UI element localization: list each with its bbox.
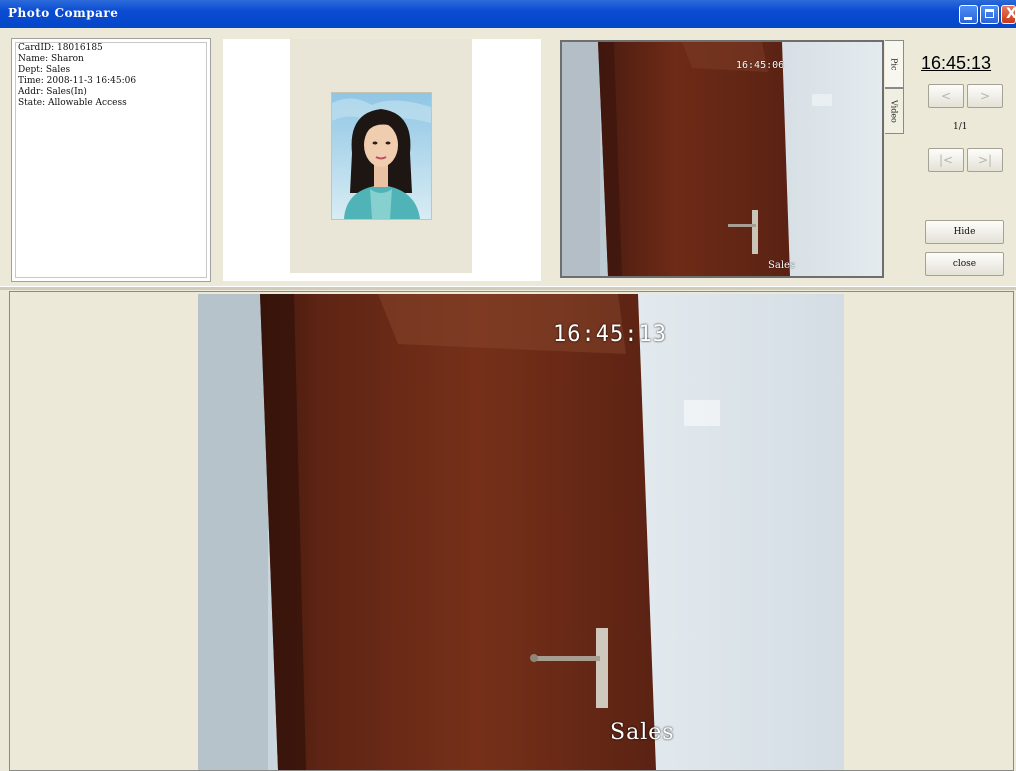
hide-button[interactable]: Hide	[925, 220, 1004, 244]
window-title: Photo Compare	[8, 6, 119, 20]
close-icon: X	[1006, 6, 1016, 22]
minimize-icon	[964, 17, 972, 20]
next-button[interactable]: >	[967, 84, 1003, 108]
tab-pic[interactable]: Pic	[885, 40, 904, 88]
next-label: >	[979, 89, 991, 103]
prev-button[interactable]: <	[928, 84, 964, 108]
first-button[interactable]: |<	[928, 148, 964, 172]
current-time-clock: 16:45:13	[921, 53, 992, 73]
snapshot-door-image	[562, 42, 882, 276]
maximize-button[interactable]	[980, 5, 999, 24]
first-label: |<	[938, 153, 954, 167]
live-camera-view: 16:45:13 Sales	[198, 294, 844, 770]
hide-label: Hide	[953, 227, 976, 237]
prev-label: <	[940, 89, 952, 103]
registered-photo-panel	[223, 39, 541, 281]
addr-line: Addr: Sales(In)	[18, 87, 87, 97]
live-view-panel: 16:45:13 Sales	[9, 291, 1014, 771]
close-window-button[interactable]: X	[1001, 5, 1016, 24]
last-button[interactable]: >|	[967, 148, 1003, 172]
live-door-image	[198, 294, 844, 770]
live-timestamp: 16:45:13	[553, 322, 667, 347]
record-info-panel: CardID: 18016185 Name: Sharon Dept: Sale…	[11, 38, 211, 282]
page-indicator: 1/1	[953, 122, 968, 132]
snapshot-camera-view: 16:45:06 Sales	[560, 40, 884, 278]
tab-video-label: Video	[889, 99, 899, 123]
maximize-icon	[985, 9, 994, 18]
snapshot-location-label: Sales	[768, 260, 796, 271]
person-portrait-image	[332, 93, 431, 219]
close-label: close	[952, 259, 977, 269]
time-line: Time: 2008-11-3 16:45:06	[18, 76, 137, 86]
snapshot-timestamp: 16:45:06	[736, 60, 785, 71]
tab-pic-label: Pic	[889, 57, 899, 71]
tab-video[interactable]: Video	[885, 88, 904, 134]
dept-line: Dept: Sales	[18, 65, 71, 75]
state-line: State: Allowable Access	[18, 98, 127, 108]
last-label: >|	[977, 153, 993, 167]
title-bar[interactable]: Photo Compare X	[0, 0, 1016, 28]
close-button[interactable]: close	[925, 252, 1004, 276]
panel-separator[interactable]	[0, 286, 1016, 290]
live-location-label: Sales	[610, 720, 675, 745]
card-id-line: CardID: 18016185	[18, 43, 103, 53]
minimize-button[interactable]	[959, 5, 978, 24]
name-line: Name: Sharon	[18, 54, 84, 64]
